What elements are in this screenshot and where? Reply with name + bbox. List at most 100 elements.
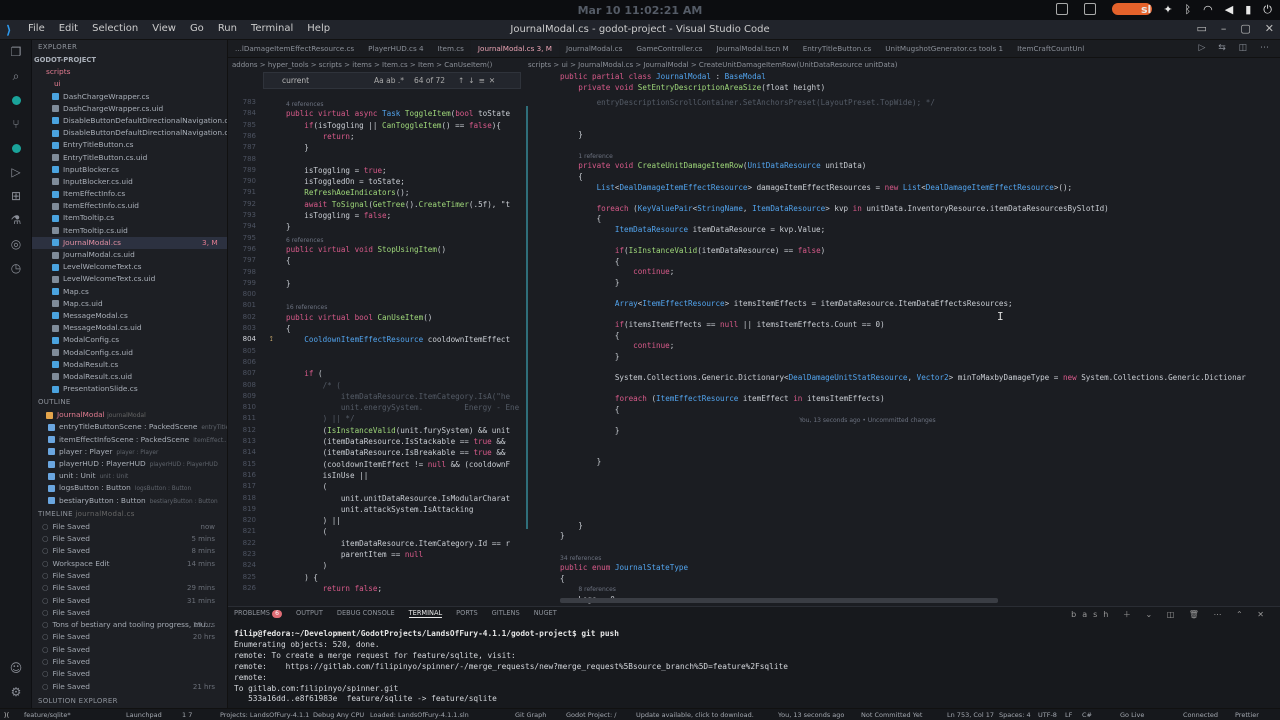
outline-item[interactable]: player : Player player : Player xyxy=(32,446,227,458)
code-line[interactable]: 34 references xyxy=(560,555,601,562)
maximize-icon[interactable]: ▢ xyxy=(1240,22,1250,35)
code-line[interactable]: } xyxy=(560,352,620,361)
horizontal-scrollbar[interactable] xyxy=(560,598,998,603)
code-line[interactable]: (itemDataResource.IsBreakable == true && xyxy=(286,448,506,457)
code-line[interactable]: Array<ItemEffectResource> itemsItemEffec… xyxy=(560,299,1013,308)
code-line[interactable]: public virtual async Task ToggleItem(boo… xyxy=(286,109,510,118)
code-line[interactable]: RefreshAoeIndicators(); xyxy=(286,188,409,197)
codelens-references[interactable]: 6 references xyxy=(286,237,324,244)
code-line[interactable]: { xyxy=(560,574,565,583)
outline-item[interactable]: itemEffectInfoScene : PackedScene itemEff… xyxy=(32,434,227,446)
menu-terminal[interactable]: Terminal xyxy=(251,23,293,34)
breadcrumb-right[interactable]: scripts > ui > JournalModal.cs > Journal… xyxy=(528,59,1228,71)
code-line[interactable]: return; xyxy=(286,132,355,141)
connection-status[interactable]: Connected xyxy=(1183,711,1218,719)
code-line[interactable]: unit.unitDataResource.IsModularCharat xyxy=(286,494,510,503)
terminal-kind[interactable]: bash xyxy=(1071,610,1114,619)
panel-tab[interactable]: OUTPUT xyxy=(296,609,323,618)
file-item[interactable]: Map.cs.uid xyxy=(32,298,227,310)
file-item[interactable]: MessageModal.cs.uid xyxy=(32,322,227,334)
code-line[interactable]: } xyxy=(286,279,291,288)
menu-run[interactable]: Run xyxy=(218,23,237,34)
code-line[interactable]: public virtual bool CanUseItem() xyxy=(286,313,432,322)
outline-root[interactable]: JournalModal journalModal xyxy=(32,409,227,421)
timeline-item[interactable]: ○ File Saved xyxy=(32,656,227,668)
code-line[interactable]: isToggledOn = toState; xyxy=(286,177,405,186)
code-line[interactable]: itemDataResource.ItemCategory.IsA("he xyxy=(286,392,510,401)
file-item[interactable]: LevelWelcomeText.cs xyxy=(32,261,227,273)
timeline-item[interactable]: ○ Workspace Edit 14 mins xyxy=(32,558,227,570)
file-item[interactable]: ItemTooltip.cs xyxy=(32,212,227,224)
folder-scripts[interactable]: scripts xyxy=(32,66,227,78)
git-graph-button[interactable]: Git Graph xyxy=(515,711,546,719)
editor-tab[interactable]: ...lDamageItemEffectResource.cs xyxy=(228,40,361,57)
git-branch[interactable]: feature/sqlite* xyxy=(24,711,71,719)
find-input[interactable]: current xyxy=(282,76,309,85)
editor-tab[interactable]: JournalModal.cs xyxy=(559,40,629,57)
timeline-item[interactable]: ○ Tons of bestiary and tooling progress, … xyxy=(32,619,227,631)
code-line[interactable]: ItemDataResource itemDataResource = kvp.… xyxy=(560,225,825,234)
prettier[interactable]: Prettier xyxy=(1235,711,1259,719)
timeline-item[interactable]: ○ File Saved xyxy=(32,668,227,680)
file-item[interactable]: JournalModal.cs.uid xyxy=(32,249,227,261)
panel-tab[interactable]: DEBUG CONSOLE xyxy=(337,609,395,618)
code-line[interactable]: } xyxy=(286,143,309,152)
file-item[interactable]: DashChargeWrapper.cs.uid xyxy=(32,103,227,115)
menu-edit[interactable]: Edit xyxy=(59,23,78,34)
code-line[interactable]: 8 references xyxy=(578,586,616,593)
file-item[interactable]: ModalResult.cs xyxy=(32,359,227,371)
run-debug-icon[interactable]: ▷ xyxy=(0,160,32,184)
extension-icon[interactable] xyxy=(0,136,32,160)
extensions-icon[interactable]: ⊞ xyxy=(0,184,32,208)
remote-indicator-icon[interactable]: ⟩⟨ xyxy=(4,711,9,719)
code-line[interactable]: { xyxy=(286,256,291,265)
code-line[interactable]: unit.attackSystem.IsAttacking xyxy=(286,505,474,514)
code-line[interactable]: if ( xyxy=(286,369,322,378)
code-line[interactable]: } xyxy=(560,457,602,466)
panel-tab[interactable]: NUGET xyxy=(534,609,557,618)
code-line[interactable]: isInUse || xyxy=(286,471,369,480)
code-line[interactable]: ( xyxy=(286,527,328,536)
file-item[interactable]: JournalModal.cs 3, M xyxy=(32,236,227,249)
codelens-references[interactable]: 4 references xyxy=(286,101,324,108)
code-line[interactable]: } xyxy=(560,278,620,287)
code-line[interactable]: ) xyxy=(286,561,328,570)
editor-tab[interactable]: UnitMugshotGenerator.cs tools 1 xyxy=(878,40,1010,57)
code-line[interactable]: ) { xyxy=(286,573,318,582)
commit-state[interactable]: Not Committed Yet xyxy=(861,711,922,719)
lightbulb-icon[interactable]: ⟟ xyxy=(270,335,273,344)
debug-config[interactable]: Debug Any CPU xyxy=(313,711,364,719)
breadcrumb-left[interactable]: addons > hyper_tools > scripts > items >… xyxy=(232,59,518,71)
file-item[interactable]: LevelWelcomeText.cs.uid xyxy=(32,273,227,285)
code-line[interactable]: ) || */ xyxy=(286,414,355,423)
panel-tab[interactable]: TERMINAL xyxy=(408,609,443,618)
code-line[interactable]: CooldownItemEffectResource cooldownItemE… xyxy=(286,335,510,344)
file-item[interactable]: EntryTitleButton.cs xyxy=(32,139,227,151)
code-line[interactable]: (IsInstanceValid(unit.furySystem) && uni… xyxy=(286,426,510,435)
timeline-header[interactable]: TIMELINE journalModal.cs xyxy=(32,507,227,521)
code-line[interactable]: await ToSignal(GetTree().CreateTimer(.5f… xyxy=(286,200,510,209)
keyboard-layout[interactable]: sl xyxy=(1141,3,1151,17)
code-line[interactable]: ) || xyxy=(286,516,341,525)
code-line[interactable]: List<DealDamageItemEffectResource> damag… xyxy=(560,183,1073,192)
editor-pane-right[interactable]: entryDescriptionScrollContainer.SetAncho… xyxy=(524,98,1280,606)
file-item[interactable]: EntryTitleButton.cs.uid xyxy=(32,152,227,164)
editor-tab[interactable]: JournalModal.tscn M xyxy=(709,40,795,57)
code-line[interactable]: itemDataResource.ItemCategory.Id == r xyxy=(286,539,510,548)
code-line[interactable]: { xyxy=(560,172,583,181)
testing-icon[interactable]: ⚗ xyxy=(0,208,32,232)
launchpad[interactable]: Launchpad xyxy=(126,711,162,719)
editor-actions[interactable]: ▷ ⇆ ◫ ⋯ xyxy=(1198,43,1274,53)
timeline-item[interactable]: ○ File Saved 20 hrs xyxy=(32,631,227,643)
timeline-item[interactable]: ○ File Saved xyxy=(32,607,227,619)
code-line[interactable]: { xyxy=(286,324,291,333)
code-line[interactable]: (cooldownItemEffect != null && (cooldown… xyxy=(286,460,510,469)
terminal-output[interactable]: filip@fedora:~/Development/GodotProjects… xyxy=(234,629,788,705)
timeline-item[interactable]: ○ File Saved 31 mins xyxy=(32,595,227,607)
code-line[interactable]: if(isToggling || CanToggleItem() == fals… xyxy=(286,121,501,130)
file-item[interactable]: ItemTooltip.cs.uid xyxy=(32,225,227,237)
layout-icon[interactable]: ▭ xyxy=(1196,22,1206,35)
panel-tab[interactable]: PROBLEMS 6 xyxy=(234,609,282,618)
menu-file[interactable]: File xyxy=(28,23,45,34)
code-line[interactable]: 1 reference xyxy=(578,153,612,160)
